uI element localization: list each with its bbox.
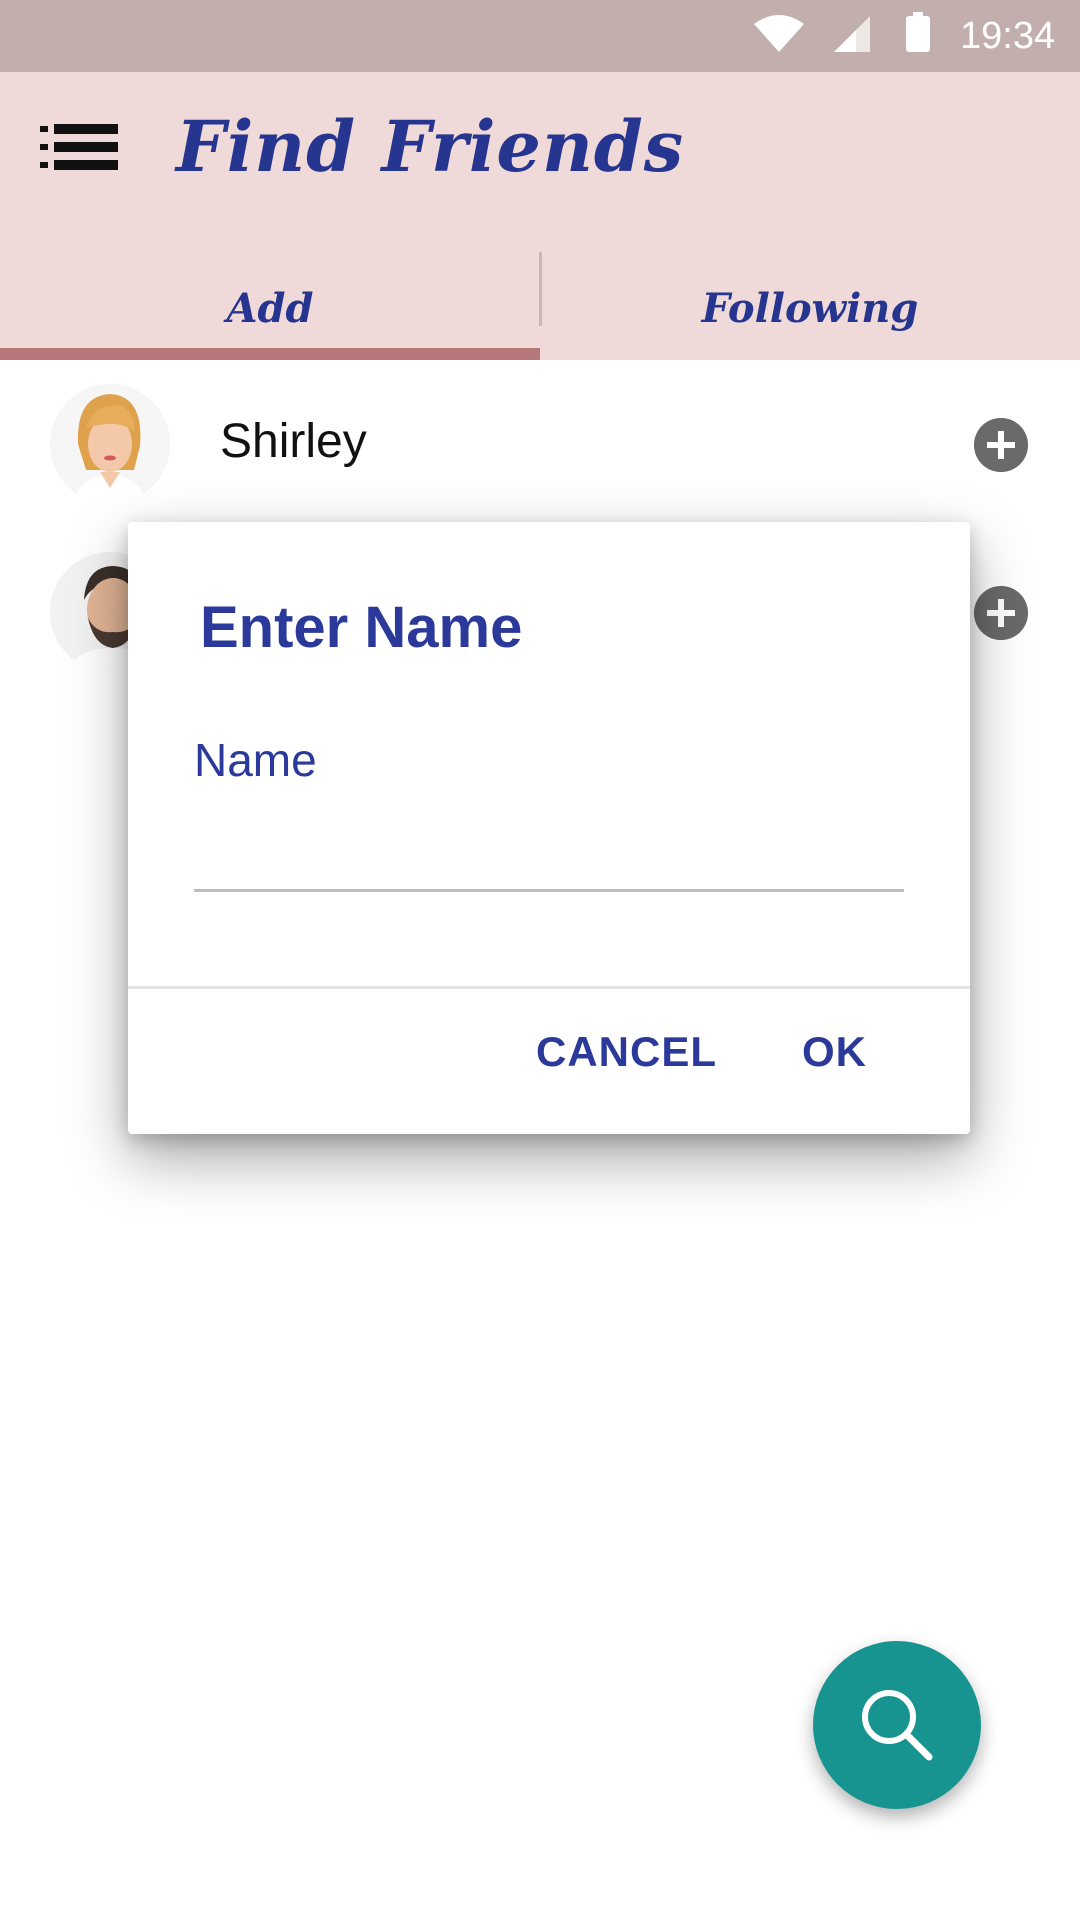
battery-icon (906, 12, 930, 52)
enter-name-dialog: Enter Name Name CANCEL OK (128, 522, 970, 1134)
add-circle-icon[interactable] (974, 586, 1028, 640)
search-icon (862, 1690, 933, 1761)
tab-following[interactable]: Following (540, 258, 1080, 360)
app-bar: Find Friends Add Following (0, 72, 1080, 360)
name-input[interactable] (194, 802, 904, 892)
name-field-label: Name (194, 734, 317, 786)
add-circle-icon[interactable] (974, 418, 1028, 472)
page-title: Find Friends (176, 105, 685, 188)
dialog-title: Enter Name (200, 595, 523, 660)
ok-button[interactable]: OK (802, 1020, 867, 1084)
wifi-icon (754, 15, 804, 52)
list-item[interactable]: Shirley (0, 360, 1080, 528)
signal-icon (834, 16, 870, 52)
search-fab-button[interactable] (813, 1641, 981, 1809)
tab-add[interactable]: Add (0, 258, 540, 360)
menu-list-icon[interactable] (36, 112, 124, 184)
cancel-button[interactable]: CANCEL (536, 1020, 717, 1084)
friend-name: Shirley (220, 415, 367, 468)
status-bar: 19:34 (0, 0, 1080, 72)
avatar (50, 384, 170, 504)
status-time: 19:34 (960, 15, 1056, 57)
dialog-divider (128, 986, 970, 989)
tab-indicator (0, 348, 540, 360)
